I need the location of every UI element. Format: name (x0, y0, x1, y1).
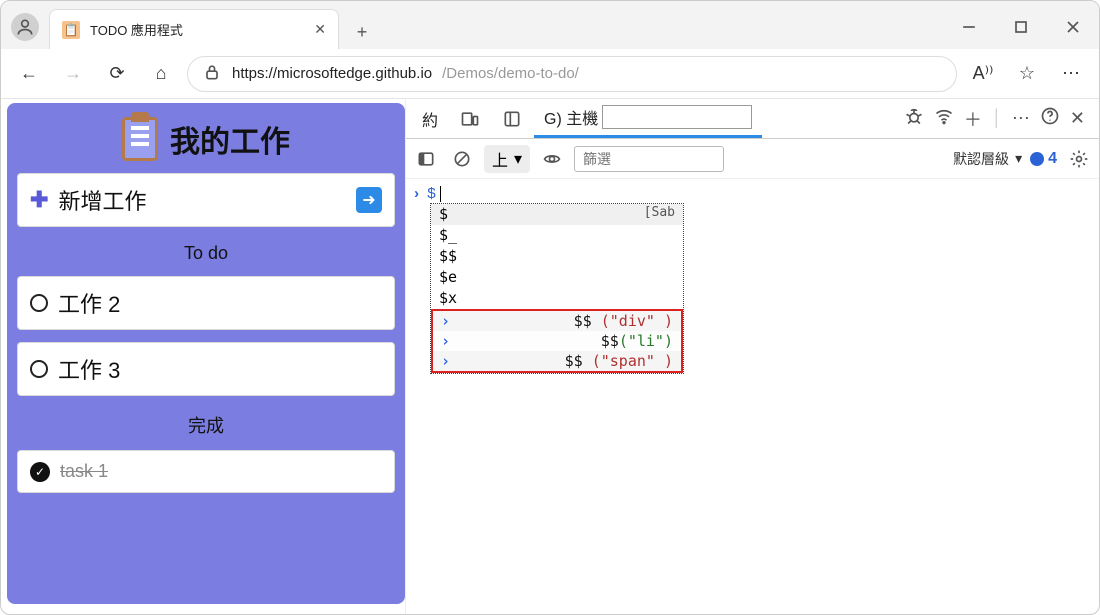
clear-console-icon[interactable] (448, 145, 476, 173)
tab-close-icon[interactable]: ✕ (314, 21, 326, 38)
autocomplete-item[interactable]: $e (431, 267, 683, 288)
new-tab-button[interactable]: + (345, 15, 379, 49)
task-row-2[interactable]: 工作 2 (17, 276, 395, 330)
content-area: 我的工作 ✚ 新增工作 ➜ To do 工作 2 工作 3 完成 ✓ (1, 99, 1099, 614)
console-settings-icon[interactable] (1065, 145, 1093, 173)
bug-icon[interactable] (904, 106, 924, 131)
add-task-label: 新增工作 (58, 184, 146, 216)
profile-avatar[interactable] (11, 13, 39, 41)
console-toolbar: 上 ▾ 默認層級 ▾ 4 (406, 139, 1099, 179)
task-label: 工作 2 (58, 287, 120, 319)
history-caret-icon: › (441, 352, 451, 370)
issues-dot-icon (1030, 152, 1044, 166)
history-item[interactable]: › $$ ("span" ) (433, 351, 681, 371)
task-checkbox-icon[interactable] (30, 294, 48, 312)
url-field[interactable]: https://microsoftedge.github.io/Demos/de… (187, 56, 957, 92)
window-controls (943, 5, 1099, 49)
submit-task-button[interactable]: ➜ (356, 187, 382, 213)
autocomplete-item[interactable]: $ [Sab (431, 204, 683, 225)
console-filter-input[interactable] (574, 146, 724, 172)
add-task-row[interactable]: ✚ 新增工作 ➜ (17, 173, 395, 227)
back-button[interactable]: ← (11, 56, 47, 92)
history-caret-icon: › (441, 332, 451, 350)
section-todo-label: To do (17, 243, 395, 264)
help-icon[interactable] (1040, 106, 1060, 131)
autocomplete-item[interactable]: $_ (431, 225, 683, 246)
browser-tab[interactable]: 📋 TODO 應用程式 ✕ (49, 9, 339, 49)
console-input-line[interactable]: › $ (412, 183, 1093, 205)
context-label: 上 (492, 147, 508, 171)
task-done-icon[interactable]: ✓ (30, 462, 50, 482)
log-level-selector[interactable]: 默認層級 ▾ (953, 149, 1022, 169)
url-host: https://microsoftedge.github.io (232, 65, 432, 82)
console-input-text: $ (427, 186, 436, 203)
refresh-button[interactable]: ⟳ (99, 56, 135, 92)
devtools-close-button[interactable]: ✕ (1070, 108, 1085, 129)
section-done-label: 完成 (17, 412, 395, 438)
devtools-add-tab-button[interactable]: ＋ (964, 106, 982, 132)
autocomplete-item[interactable]: $x (431, 288, 683, 309)
history-item[interactable]: › $$("li") (433, 331, 681, 351)
live-expression-icon[interactable] (538, 145, 566, 173)
task-done-label: task 1 (60, 461, 108, 482)
app-header: 我的工作 (17, 117, 395, 161)
task-label: 工作 3 (58, 353, 120, 385)
forward-button[interactable]: → (55, 56, 91, 92)
todo-app: 我的工作 ✚ 新增工作 ➜ To do 工作 2 工作 3 完成 ✓ (7, 103, 405, 604)
task-checkbox-icon[interactable] (30, 360, 48, 378)
read-aloud-button[interactable]: A⁾⁾ (965, 56, 1001, 92)
devtools-more-button[interactable]: ⋯ (1012, 108, 1030, 129)
issues-count-value: 4 (1048, 150, 1057, 168)
clipboard-icon (122, 117, 158, 161)
task-row-3[interactable]: 工作 3 (17, 342, 395, 396)
app-title: 我的工作 (170, 117, 290, 161)
console-body[interactable]: › $ $ [Sab $_ $$ $e $x › (406, 179, 1099, 209)
titlebar: 📋 TODO 應用程式 ✕ + (1, 1, 1099, 49)
lock-icon (202, 62, 222, 86)
home-button[interactable]: ⌂ (143, 56, 179, 92)
wifi-icon[interactable] (934, 106, 954, 131)
favorite-button[interactable]: ☆ (1009, 56, 1045, 92)
history-item[interactable]: › $$ ("div" ) (433, 311, 681, 331)
browser-window: 📋 TODO 應用程式 ✕ + ← → ⟳ ⌂ https://microsof… (0, 0, 1100, 615)
minimize-button[interactable] (943, 5, 995, 49)
chevron-down-icon: ▾ (1015, 150, 1022, 167)
url-path: /Demos/demo-to-do/ (442, 65, 579, 82)
context-selector[interactable]: 上 ▾ (484, 145, 530, 173)
tab-host[interactable]: G) 主機 (534, 99, 762, 138)
tab-dock-icon[interactable] (492, 103, 532, 135)
tab-title: TODO 應用程式 (90, 20, 304, 39)
issues-count[interactable]: 4 (1030, 150, 1057, 168)
plus-icon: ✚ (30, 187, 48, 213)
console-prompt-icon: › (412, 186, 421, 203)
devtools-panel: 約 G) 主機 ＋ (405, 99, 1099, 614)
more-menu-button[interactable]: ⋯ (1053, 56, 1089, 92)
close-window-button[interactable] (1047, 5, 1099, 49)
maximize-button[interactable] (995, 5, 1047, 49)
address-bar: ← → ⟳ ⌂ https://microsoftedge.github.io/… (1, 49, 1099, 99)
autocomplete-popup: $ [Sab $_ $$ $e $x › $$ ("div" ) › (430, 203, 684, 374)
tab-favicon-icon: 📋 (62, 21, 80, 39)
chevron-down-icon: ▾ (514, 149, 522, 169)
devtools-tabs: 約 G) 主機 ＋ (406, 99, 1099, 139)
sidebar-toggle-icon[interactable] (412, 145, 440, 173)
tab-device-icon[interactable] (450, 103, 490, 135)
tab-yue[interactable]: 約 (412, 101, 448, 137)
autocomplete-item[interactable]: $$ (431, 246, 683, 267)
history-caret-icon: › (441, 312, 451, 330)
tab-host-label: G) 主機 (544, 105, 598, 129)
log-level-label: 默認層級 (953, 149, 1009, 169)
tab-host-edit-input[interactable] (602, 105, 752, 129)
task-row-done-1[interactable]: ✓ task 1 (17, 450, 395, 493)
